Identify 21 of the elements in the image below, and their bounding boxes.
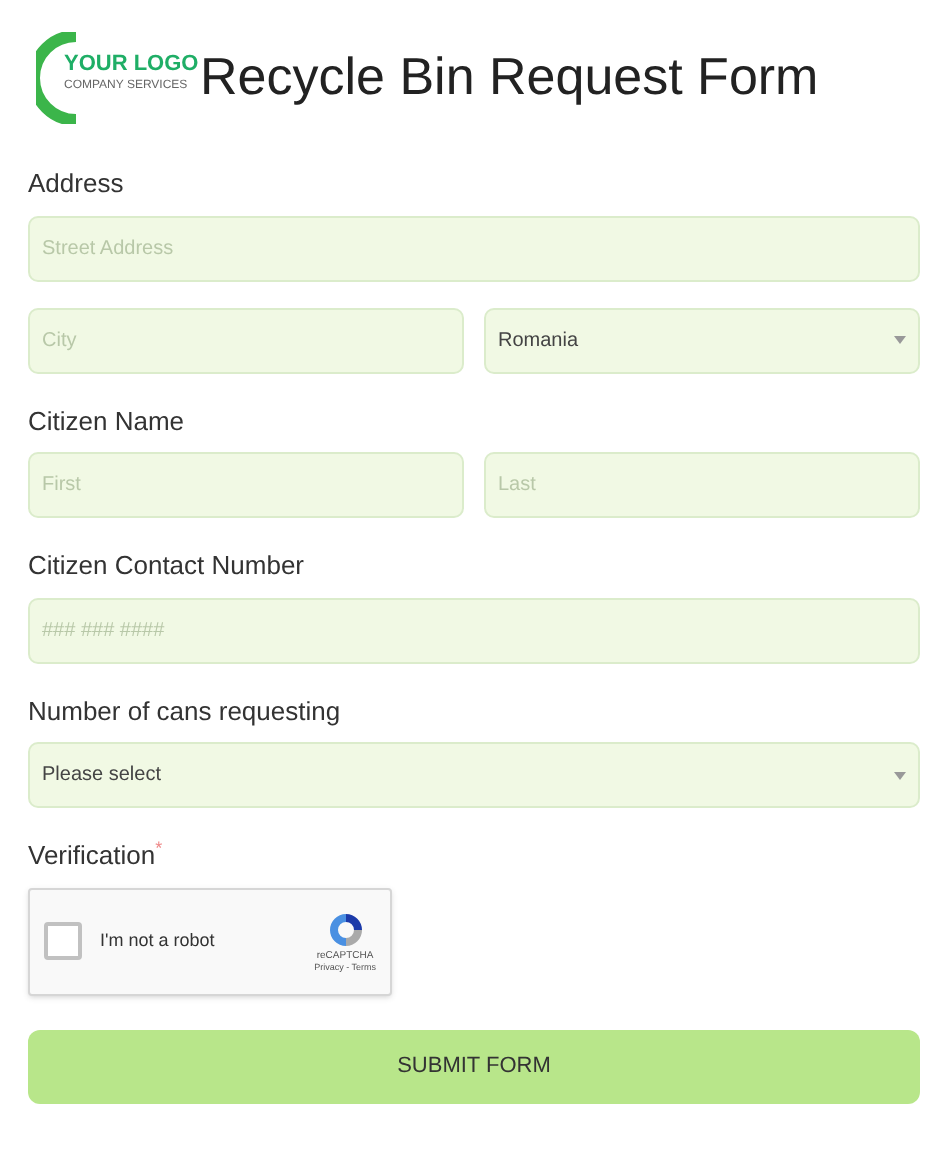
submit-button[interactable]: SUBMIT FORM xyxy=(28,1029,920,1103)
field-label: Citizen Name xyxy=(28,403,187,439)
field-label: Number of cans requesting xyxy=(28,693,343,730)
input-field[interactable]: City xyxy=(28,307,464,373)
input-field[interactable]: Last xyxy=(484,452,920,518)
select-field[interactable]: Romania xyxy=(484,307,920,373)
form-title: Recycle Bin Request Form xyxy=(200,50,819,102)
captcha-label: I'm not a robot xyxy=(100,927,217,954)
field-label: Citizen Contact Number xyxy=(28,548,306,584)
captcha-checkbox[interactable] xyxy=(44,922,82,960)
caret-icon xyxy=(894,771,906,779)
select-field[interactable]: Please select xyxy=(28,742,920,808)
input-field[interactable]: First xyxy=(28,452,464,518)
input-field[interactable]: ### ### #### xyxy=(28,597,920,663)
field-label: Address xyxy=(28,166,126,202)
input-field[interactable]: Street Address xyxy=(28,215,920,281)
logo-text: YOUR LOGO xyxy=(64,54,199,76)
caret-icon xyxy=(894,336,906,344)
recaptcha-logo-icon xyxy=(325,909,366,950)
field-label: Verification xyxy=(28,838,156,874)
required-asterisk: * xyxy=(155,836,163,862)
